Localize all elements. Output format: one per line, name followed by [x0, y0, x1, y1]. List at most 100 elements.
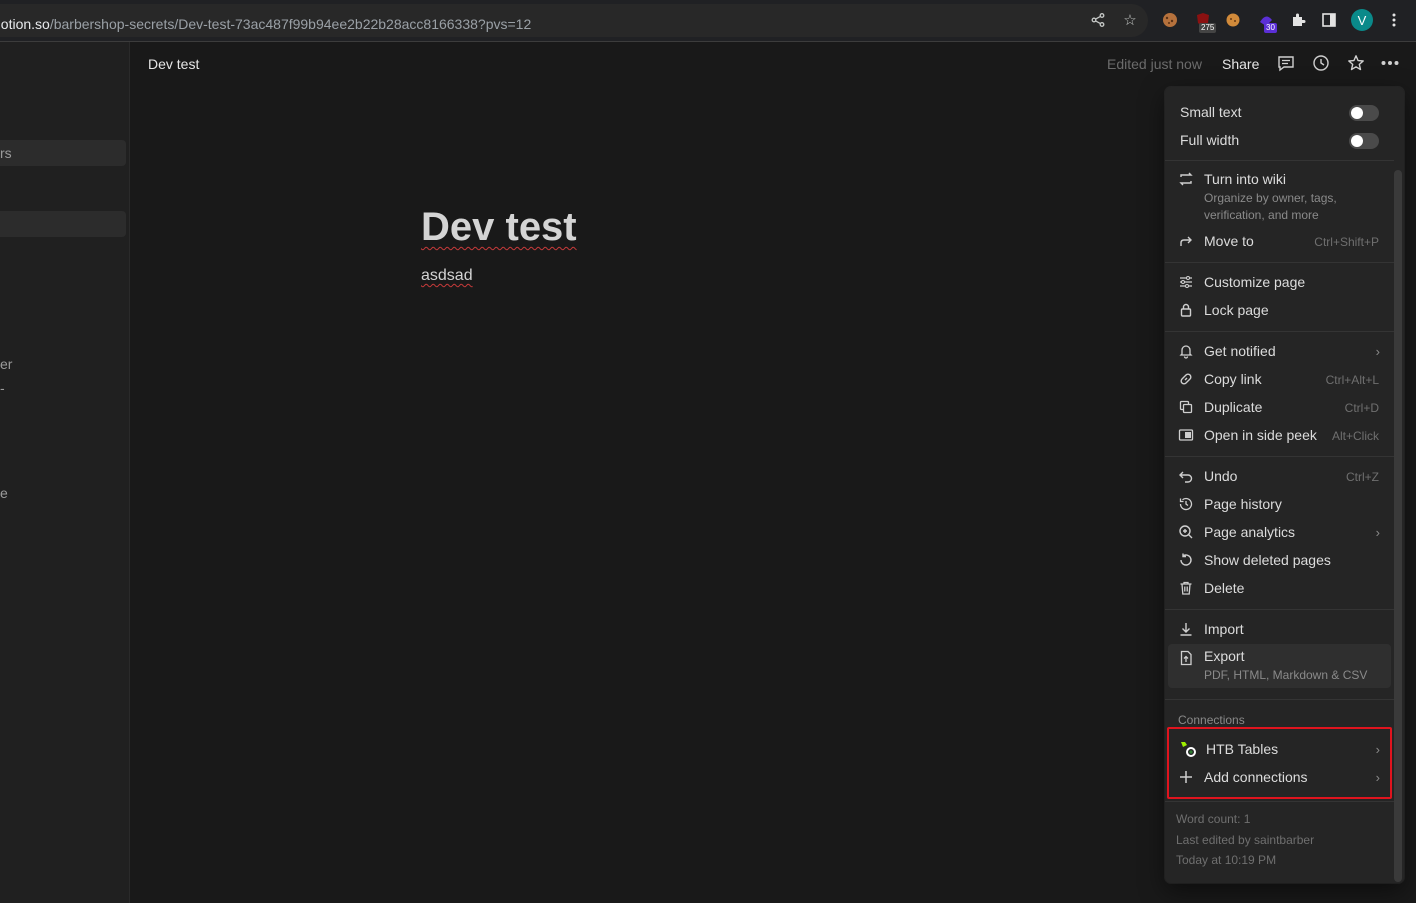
url-text[interactable]: notion.so/barbershop-secrets/Dev-test-73…	[0, 16, 531, 32]
word-count: Word count: 1	[1176, 812, 1251, 826]
export-item[interactable]: Export PDF, HTML, Markdown & CSV	[1168, 644, 1391, 688]
divider	[1165, 609, 1394, 610]
sidebar-item-label: rs	[0, 145, 12, 161]
history-icon	[1177, 495, 1195, 513]
more-options-icon[interactable]	[1380, 53, 1400, 73]
htb-tables-app-icon	[1179, 740, 1197, 758]
favorite-star-icon[interactable]	[1346, 53, 1366, 73]
undo-item[interactable]: Undo Ctrl+Z	[1165, 462, 1394, 490]
purple-badge: 30	[1264, 23, 1277, 33]
page-analytics-label: Page analytics	[1204, 524, 1296, 540]
page-body-text[interactable]: asdsad	[421, 267, 473, 285]
analytics-zoom-icon	[1177, 523, 1195, 541]
small-text-toggle[interactable]	[1349, 105, 1379, 121]
breadcrumb-page-title[interactable]: Dev test	[148, 56, 199, 72]
move-to-label: Move to	[1204, 233, 1254, 249]
undo-icon	[1177, 467, 1195, 485]
undo-label: Undo	[1204, 468, 1238, 484]
turn-into-wiki-description: verification, and more	[1204, 208, 1319, 222]
lock-page-label: Lock page	[1204, 302, 1269, 318]
notion-sidebar: rs er - e	[0, 42, 130, 903]
edited-status: Edited just now	[1107, 56, 1202, 72]
move-arrow-icon	[1177, 232, 1195, 250]
full-width-toggle[interactable]	[1349, 133, 1379, 149]
url-path: /barbershop-secrets/Dev-test-73ac487f99b…	[49, 16, 532, 32]
move-to-shortcut: Ctrl+Shift+P	[1314, 235, 1379, 249]
divider	[1165, 331, 1394, 332]
address-bar[interactable]: notion.so/barbershop-secrets/Dev-test-73…	[0, 4, 1148, 37]
turn-into-wiki-item[interactable]: Turn into wiki Organize by owner, tags, …	[1165, 165, 1394, 222]
browser-toolbar: notion.so/barbershop-secrets/Dev-test-73…	[0, 0, 1416, 42]
side-peek-icon	[1177, 426, 1195, 444]
share-button[interactable]: Share	[1222, 56, 1259, 72]
customize-page-label: Customize page	[1204, 274, 1306, 290]
url-host: notion.so	[0, 16, 50, 32]
page-analytics-item[interactable]: Page analytics ›	[1165, 518, 1394, 546]
add-connections-item[interactable]: Add connections ›	[1165, 763, 1394, 791]
last-edited-by: Last edited by saintbarber	[1176, 833, 1315, 847]
copy-link-label: Copy link	[1204, 371, 1262, 387]
cookie-editor-extension-icon[interactable]	[1223, 10, 1243, 30]
plus-icon	[1177, 768, 1195, 786]
import-download-icon	[1177, 620, 1195, 638]
cookie-extension-icon[interactable]	[1160, 10, 1180, 30]
page-history-label: Page history	[1204, 496, 1282, 512]
move-to-item[interactable]: Move to Ctrl+Shift+P	[1165, 227, 1394, 255]
full-width-toggle-row[interactable]: Full width	[1165, 126, 1394, 154]
browser-menu-icon[interactable]	[1384, 10, 1404, 30]
delete-item[interactable]: Delete	[1165, 574, 1394, 602]
bookmark-star-icon[interactable]: ☆	[1120, 10, 1140, 30]
copy-link-shortcut: Ctrl+Alt+L	[1325, 373, 1379, 387]
export-description: PDF, HTML, Markdown & CSV	[1204, 668, 1368, 682]
small-text-label: Small text	[1180, 104, 1242, 120]
get-notified-label: Get notified	[1204, 343, 1276, 359]
export-label: Export	[1204, 648, 1245, 664]
htb-tables-label: HTB Tables	[1206, 741, 1279, 757]
sidebar-item-selected[interactable]	[0, 140, 126, 166]
import-label: Import	[1204, 621, 1244, 637]
history-clock-icon[interactable]	[1311, 53, 1331, 73]
turn-into-wiki-label: Turn into wiki	[1204, 171, 1286, 187]
import-item[interactable]: Import	[1165, 615, 1394, 643]
open-side-peek-label: Open in side peek	[1204, 427, 1317, 443]
customize-page-item[interactable]: Customize page	[1165, 268, 1394, 296]
side-panel-icon[interactable]	[1319, 10, 1339, 30]
connections-heading: Connections	[1178, 713, 1245, 727]
page-options-menu: Small text Full width Turn into wiki Org…	[1165, 87, 1404, 883]
menu-scrollbar[interactable]	[1394, 170, 1402, 882]
duplicate-icon	[1177, 398, 1195, 416]
link-icon	[1177, 370, 1195, 388]
sidebar-item-label: er	[0, 356, 13, 372]
open-side-peek-item[interactable]: Open in side peek Alt+Click	[1165, 421, 1394, 449]
comments-icon[interactable]	[1276, 53, 1296, 73]
last-edited-time: Today at 10:19 PM	[1176, 853, 1277, 867]
duplicate-label: Duplicate	[1204, 399, 1263, 415]
chevron-right-icon: ›	[1375, 770, 1380, 785]
add-connections-label: Add connections	[1204, 769, 1308, 785]
lock-icon	[1177, 301, 1195, 319]
profile-avatar[interactable]: V	[1351, 9, 1373, 31]
show-deleted-pages-item[interactable]: Show deleted pages	[1165, 546, 1394, 574]
undo-shortcut: Ctrl+Z	[1346, 470, 1379, 484]
page-history-item[interactable]: Page history	[1165, 490, 1394, 518]
bell-icon	[1177, 342, 1195, 360]
small-text-toggle-row[interactable]: Small text	[1165, 98, 1394, 126]
htb-tables-connection-item[interactable]: HTB Tables ›	[1165, 735, 1394, 763]
chevron-right-icon: ›	[1375, 525, 1380, 540]
ublock-extension-icon[interactable]: 275	[1193, 10, 1217, 33]
turn-into-wiki-description: Organize by owner, tags,	[1204, 191, 1337, 205]
lock-page-item[interactable]: Lock page	[1165, 296, 1394, 324]
ublock-badge: 275	[1199, 23, 1217, 33]
share-page-icon[interactable]	[1088, 10, 1108, 30]
copy-link-item[interactable]: Copy link Ctrl+Alt+L	[1165, 365, 1394, 393]
show-deleted-pages-label: Show deleted pages	[1204, 552, 1331, 568]
page-title[interactable]: Dev test	[421, 205, 577, 250]
duplicate-item[interactable]: Duplicate Ctrl+D	[1165, 393, 1394, 421]
chevron-right-icon: ›	[1375, 344, 1380, 359]
export-file-icon	[1177, 649, 1195, 667]
delete-label: Delete	[1204, 580, 1245, 596]
purple-extension-icon[interactable]: 30	[1256, 10, 1277, 33]
sidebar-item-hover[interactable]	[0, 211, 126, 237]
extensions-puzzle-icon[interactable]	[1288, 10, 1308, 30]
get-notified-item[interactable]: Get notified ›	[1165, 337, 1394, 365]
